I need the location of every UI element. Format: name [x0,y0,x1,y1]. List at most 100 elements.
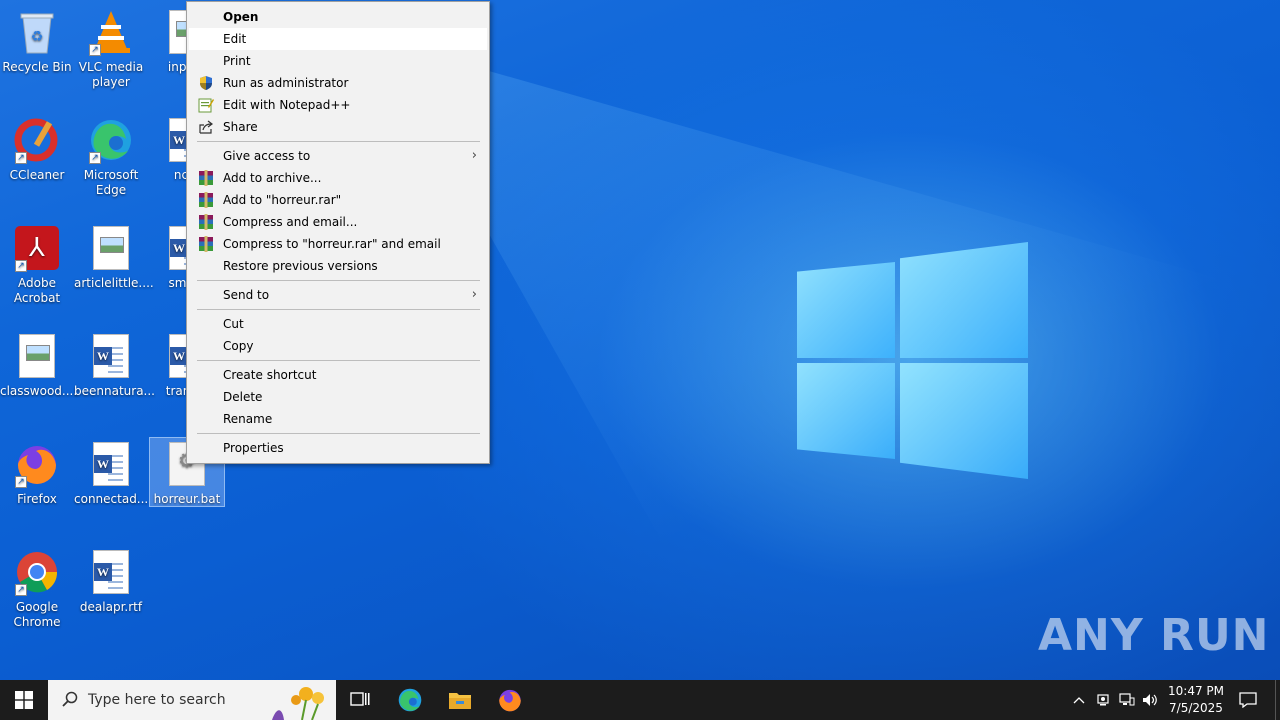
menu-item-restore-previous-versions[interactable]: Restore previous versions [189,255,487,277]
show-hidden-icons-button[interactable] [1068,680,1090,720]
search-placeholder: Type here to search [88,692,226,708]
desktop-icon-label: horreur.bat [153,492,221,506]
ccleaner-icon: ↗ [13,116,61,164]
menu-item-print[interactable]: Print [189,50,487,72]
desktop-icon-label: Firefox [17,492,57,506]
taskbar-firefox-button[interactable] [486,680,534,720]
clock-time: 10:47 PM [1168,684,1224,698]
desktop-icon-label: classwood.... [0,384,78,398]
start-button[interactable] [0,680,48,720]
desktop-icon-label: articlelittle.... [74,276,154,290]
menu-item-copy[interactable]: Copy [189,335,487,357]
desktop-icon-recycle-bin[interactable]: ♻ Recycle Bin [0,8,74,75]
desktop-icon-label: Recycle Bin [2,60,72,74]
menu-item-share[interactable]: Share [189,116,487,138]
notepadpp-icon [198,97,214,113]
image-file-icon [87,224,135,272]
tray-meet-now-button[interactable] [1092,680,1114,720]
menu-item-edit-with-notepadpp[interactable]: Edit with Notepad++ [189,94,487,116]
menu-item-label: Restore previous versions [223,259,378,273]
desktop-icon-label: beennatura... [74,384,155,398]
menu-item-label: Share [223,120,258,134]
show-desktop-button[interactable] [1275,680,1280,720]
menu-item-compress-and-email[interactable]: Compress and email... [189,211,487,233]
submenu-arrow-icon: › [471,287,477,302]
desktop-icon-label: Google Chrome [13,600,61,629]
menu-item-cut[interactable]: Cut [189,313,487,335]
shortcut-arrow-icon: ↗ [15,260,27,272]
menu-item-add-to-archive[interactable]: Add to archive... [189,167,487,189]
desktop-icon-beennatura[interactable]: W beennatura... [74,332,155,399]
winrar-icon [198,236,214,252]
windows-logo-pane [900,242,1028,358]
svg-text:♻: ♻ [31,29,44,45]
adobe-acrobat-icon: ⅄ ↗ [13,224,61,272]
menu-item-edit[interactable]: Edit [189,28,487,50]
taskbar-clock[interactable]: 10:47 PM 7/5/2025 [1158,683,1234,717]
taskbar-search-box[interactable]: Type here to search [48,680,336,720]
desktop-icon-classwood[interactable]: classwood.... [0,332,78,399]
menu-item-rename[interactable]: Rename [189,408,487,430]
desktop-icon-label: VLC media player [78,60,144,89]
task-view-button[interactable] [336,680,384,720]
submenu-arrow-icon: › [471,148,477,163]
menu-item-send-to[interactable]: Send to › [189,284,487,306]
menu-item-delete[interactable]: Delete [189,386,487,408]
word-document-icon: W [87,548,135,596]
desktop-icon-label: CCleaner [9,168,65,182]
desktop-icon-articlelittle[interactable]: articlelittle.... [74,224,154,291]
firefox-icon: ↗ [13,440,61,488]
menu-item-label: Edit with Notepad++ [223,98,351,112]
desktop-icon-ccleaner[interactable]: ↗ CCleaner [0,116,74,183]
desktop-icon-microsoft-edge[interactable]: ↗ Microsoft Edge [74,116,148,198]
menu-separator [197,309,480,310]
menu-item-label: Delete [223,390,263,404]
desktop-icon-label: Adobe Acrobat [13,276,61,305]
winrar-icon [198,192,214,208]
menu-item-create-shortcut[interactable]: Create shortcut [189,364,487,386]
menu-item-label: Add to "horreur.rar" [223,193,342,207]
menu-separator [197,433,480,434]
menu-item-label: Compress to "horreur.rar" and email [223,237,441,251]
windows-logo-pane [900,363,1028,479]
tray-network-button[interactable] [1116,680,1138,720]
menu-item-label: Compress and email... [223,215,358,229]
desktop-icon-dealapr[interactable]: W dealapr.rtf [74,548,148,615]
menu-item-properties[interactable]: Properties [189,437,487,459]
anyrun-watermark: ANY RUN [1038,610,1270,661]
menu-item-compress-to-horreur-rar-and-email[interactable]: Compress to "horreur.rar" and email [189,233,487,255]
vlc-icon: ↗ [87,8,135,56]
shortcut-arrow-icon: ↗ [89,44,101,56]
menu-item-label: Copy [223,339,254,353]
desktop-icon-label: Microsoft Edge [83,168,139,197]
menu-item-label: Cut [223,317,244,331]
recycle-bin-icon: ♻ [13,8,61,56]
desktop-icon-adobe-acrobat[interactable]: ⅄ ↗ Adobe Acrobat [0,224,74,306]
menu-item-open[interactable]: Open [189,6,487,28]
taskbar-file-explorer-button[interactable] [436,680,484,720]
desktop-icon-vlc[interactable]: ↗ VLC media player [74,8,148,90]
menu-item-give-access-to[interactable]: Give access to › [189,145,487,167]
desktop-icon-connectad[interactable]: W connectad... [74,440,148,507]
menu-item-label: Rename [223,412,273,426]
menu-item-run-as-administrator[interactable]: Run as administrator [189,72,487,94]
taskbar: Type here to search 10:47 PM 7/5/2025 [0,680,1280,720]
device-icon [1097,694,1109,706]
menu-item-label: Edit [223,32,247,46]
network-icon [1119,693,1135,706]
desktop-icon-label: dealapr.rtf [79,600,143,614]
desktop-icon-google-chrome[interactable]: ↗ Google Chrome [0,548,74,630]
taskbar-edge-button[interactable] [386,680,434,720]
menu-item-label: Run as administrator [223,76,349,90]
winrar-icon [198,214,214,230]
desktop-icon-firefox[interactable]: ↗ Firefox [0,440,74,507]
edge-icon: ↗ [87,116,135,164]
winrar-icon [198,170,214,186]
menu-item-add-to-horreur-rar[interactable]: Add to "horreur.rar" [189,189,487,211]
shortcut-arrow-icon: ↗ [15,584,27,596]
action-center-button[interactable] [1234,680,1262,720]
shortcut-arrow-icon: ↗ [15,476,27,488]
chevron-up-icon [1073,697,1085,704]
menu-item-label: Add to archive... [223,171,322,185]
word-document-icon: W [87,332,135,380]
